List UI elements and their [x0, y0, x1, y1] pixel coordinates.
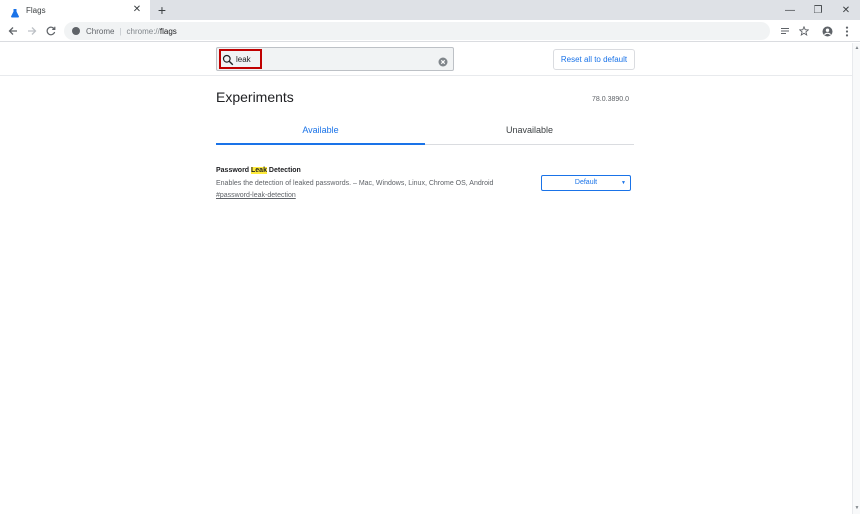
- search-input[interactable]: [236, 51, 426, 67]
- tab-available[interactable]: Available: [216, 118, 425, 145]
- arrow-right-icon: [28, 27, 37, 35]
- search-icon: [222, 53, 234, 66]
- scroll-up-arrow-icon[interactable]: ▲: [853, 45, 860, 51]
- omnibox-url-host: flags: [159, 26, 177, 36]
- flask-icon: [10, 5, 20, 18]
- kebab-menu-icon: [845, 26, 849, 36]
- tab-flags[interactable]: Flags ✕: [0, 0, 150, 20]
- tab-unavailable[interactable]: Unavailable: [425, 118, 634, 145]
- reset-all-button[interactable]: Reset all to default: [553, 49, 635, 70]
- flag-state-value: Default: [574, 179, 598, 186]
- tab-strip: Flags ✕ + — ❐ ✕: [0, 0, 860, 20]
- flag-state-select[interactable]: Default ▼: [541, 175, 631, 191]
- flag-name-match: Leak: [251, 167, 267, 174]
- window-restore-button[interactable]: ❐: [804, 0, 832, 20]
- window-close-button[interactable]: ✕: [832, 0, 860, 20]
- forward-button[interactable]: [23, 22, 41, 40]
- site-info-icon[interactable]: [72, 27, 80, 35]
- omnibox[interactable]: Chrome | chrome:// flags: [64, 22, 770, 40]
- clear-search-icon[interactable]: [438, 54, 448, 67]
- reading-list-icon: [781, 27, 789, 35]
- page-scrollbar[interactable]: ▲ ▼: [852, 43, 860, 514]
- new-tab-button[interactable]: +: [154, 1, 170, 19]
- profile-button[interactable]: [818, 22, 836, 40]
- experiments-tabs: Available Unavailable: [216, 118, 634, 145]
- arrow-left-icon: [8, 27, 17, 35]
- reading-list-button[interactable]: [776, 22, 794, 40]
- tab-title: Flags: [26, 5, 46, 15]
- account-circle-icon: [822, 26, 832, 36]
- page-title: Experiments: [216, 89, 294, 105]
- omnibox-url-scheme: chrome://: [126, 26, 160, 36]
- flag-description: Enables the detection of leaked password…: [216, 180, 494, 187]
- bookmark-button[interactable]: [795, 22, 813, 40]
- window-minimize-button[interactable]: —: [776, 0, 804, 20]
- browser-toolbar: Chrome | chrome:// flags: [0, 20, 860, 42]
- back-button[interactable]: [4, 22, 22, 40]
- flag-name-prefix: Password: [216, 167, 252, 174]
- reload-icon: [46, 26, 56, 36]
- star-icon: [799, 26, 809, 36]
- flag-permalink[interactable]: #password-leak-detection: [216, 192, 296, 199]
- omnibox-separator: |: [119, 26, 122, 36]
- tab-close-icon[interactable]: ✕: [130, 3, 144, 17]
- version-label: 78.0.3890.0: [592, 96, 629, 103]
- menu-button[interactable]: [838, 22, 856, 40]
- flag-name: Password Leak Detection: [216, 167, 301, 174]
- flag-name-suffix: Detection: [266, 167, 301, 174]
- scroll-down-arrow-icon[interactable]: ▼: [853, 505, 860, 511]
- omnibox-chip: Chrome: [86, 26, 115, 36]
- reload-button[interactable]: [42, 22, 60, 40]
- dropdown-arrow-icon: ▼: [621, 180, 626, 186]
